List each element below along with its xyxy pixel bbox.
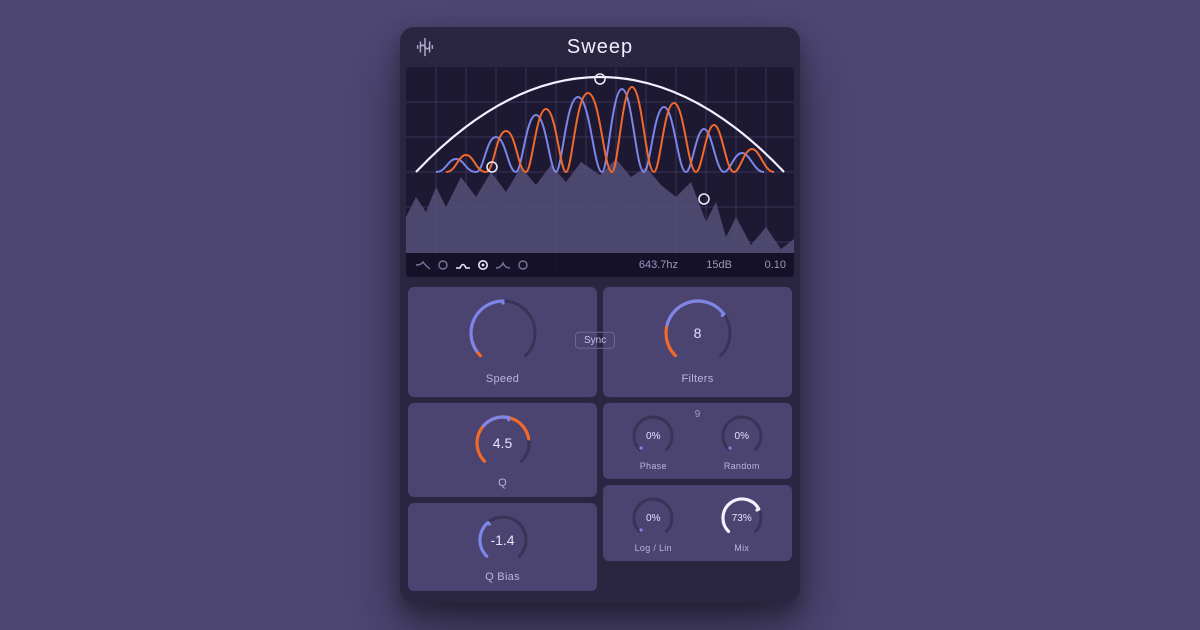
phase-label: Phase <box>640 461 667 471</box>
mix-label: Mix <box>734 543 749 553</box>
shelf-icon[interactable] <box>494 258 512 272</box>
phase-knob[interactable]: 0% <box>630 413 676 459</box>
speed-knob[interactable] <box>467 297 539 369</box>
handle-right[interactable] <box>699 194 709 204</box>
q-label: Q <box>498 477 507 489</box>
peak-icon[interactable] <box>474 258 492 272</box>
mix-knob[interactable]: 73% <box>719 495 765 541</box>
random-label: Random <box>724 461 760 471</box>
readout-q: 0.10 <box>738 259 786 271</box>
filters-panel: Sync 8 Filters <box>603 287 792 397</box>
controls-grid: Speed Sync 8 Filters 4.5 Q -1.4 Q Bias 9… <box>400 277 800 603</box>
speed-label: Speed <box>486 373 519 385</box>
filter-mode-selector <box>414 258 532 272</box>
right-column: 9 0% Phase 0% Random 0% Log / Lin 73% Mi… <box>603 403 792 591</box>
plugin-title: Sweep <box>436 36 764 59</box>
phase-random-panel: 9 0% Phase 0% Random <box>603 403 792 479</box>
titlebar: Sweep <box>400 27 800 67</box>
readout-gain: 15dB <box>684 259 732 271</box>
qbias-knob[interactable]: -1.4 <box>476 513 530 567</box>
filter-display[interactable]: 643.7hz 15dB 0.10 <box>406 67 794 277</box>
loglin-label: Log / Lin <box>635 543 672 553</box>
filters-knob[interactable]: 8 <box>662 297 734 369</box>
q-column: 4.5 Q -1.4 Q Bias <box>408 403 597 591</box>
q-knob[interactable]: 4.5 <box>473 413 533 473</box>
filters-label: Filters <box>681 373 713 385</box>
bandpass-icon[interactable] <box>454 258 472 272</box>
speed-panel: Speed <box>408 287 597 397</box>
readout-bar: 643.7hz 15dB 0.10 <box>406 253 794 277</box>
sync-button[interactable]: Sync <box>575 332 615 349</box>
loglin-mix-panel: 0% Log / Lin 73% Mix <box>603 485 792 561</box>
loglin-knob[interactable]: 0% <box>630 495 676 541</box>
qbias-label: Q Bias <box>485 571 520 583</box>
random-knob[interactable]: 0% <box>719 413 765 459</box>
lowpass-icon[interactable] <box>414 258 432 272</box>
filter-curve-blue <box>436 89 764 172</box>
plugin-window: Sweep <box>400 27 800 603</box>
brand-logo-icon <box>414 36 436 58</box>
q-panel: 4.5 Q <box>408 403 597 497</box>
center-badge: 9 <box>695 409 701 420</box>
qbias-panel: -1.4 Q Bias <box>408 503 597 591</box>
handle-top[interactable] <box>595 74 605 84</box>
notch-icon[interactable] <box>434 258 452 272</box>
highpass-icon[interactable] <box>514 258 532 272</box>
readout-frequency: 643.7hz <box>630 259 678 271</box>
